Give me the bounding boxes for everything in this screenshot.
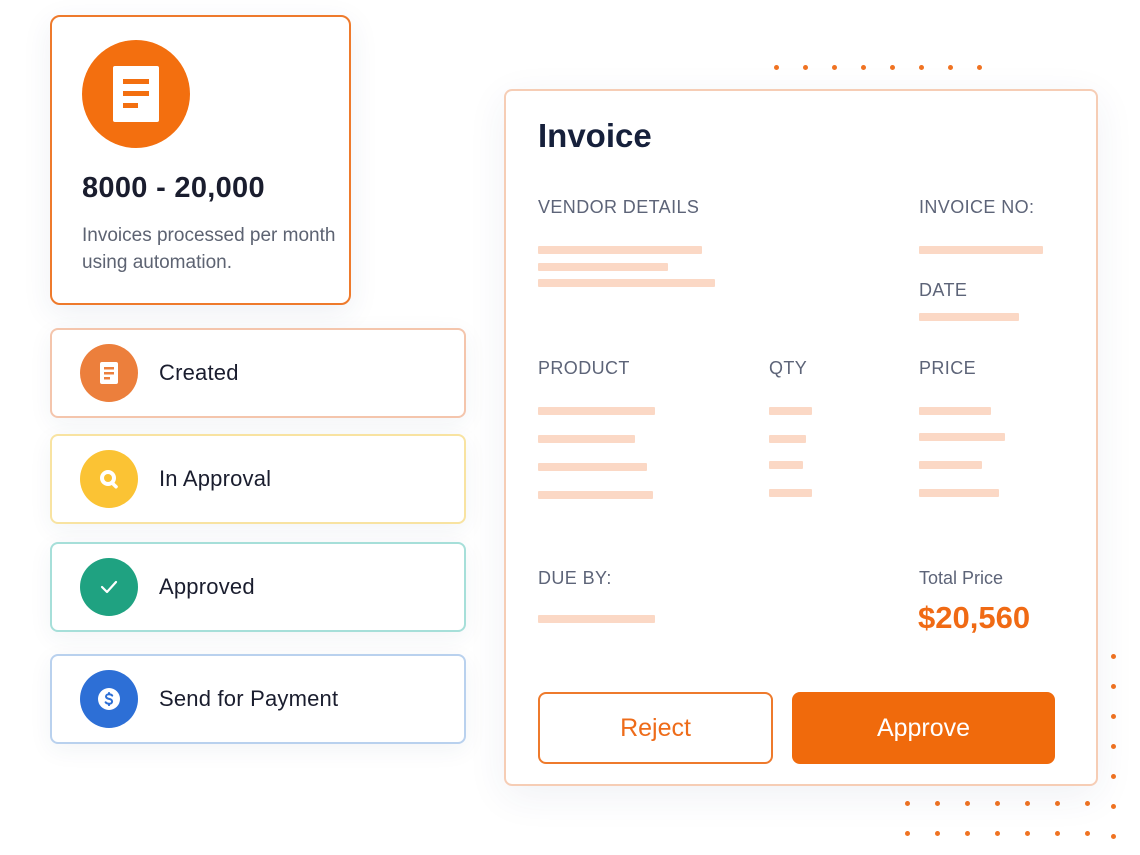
- price-placeholder: [919, 433, 1005, 441]
- product-placeholder: [538, 435, 635, 443]
- date-label: DATE: [919, 280, 968, 300]
- qty-placeholder: [769, 461, 803, 469]
- decorative-dots-top: [774, 65, 982, 70]
- qty-placeholder: [769, 489, 812, 497]
- price-placeholder: [919, 489, 999, 497]
- product-placeholder: [538, 407, 655, 415]
- status-label: Approved: [159, 574, 255, 599]
- decorative-dots-bottom: [905, 801, 1090, 836]
- check-icon: [80, 558, 138, 616]
- invoice-title: Invoice: [538, 117, 652, 154]
- status-send-for-payment[interactable]: Send for Payment: [50, 654, 466, 744]
- decorative-dots-right: [1111, 654, 1116, 839]
- due-by-label: DUE BY:: [538, 568, 612, 588]
- invoice-stat-card: 8000 - 20,000 Invoices processed per mon…: [50, 15, 351, 305]
- stat-description: Invoices processed per month using autom…: [82, 225, 336, 273]
- qty-placeholder: [769, 407, 812, 415]
- status-label: Created: [159, 360, 239, 385]
- price-placeholder: [919, 407, 991, 415]
- product-placeholder: [538, 463, 647, 471]
- vendor-detail-placeholder: [538, 263, 668, 271]
- vendor-detail-placeholder: [538, 279, 715, 287]
- qty-placeholder: [769, 435, 806, 443]
- dollar-icon: [80, 670, 138, 728]
- status-created[interactable]: Created: [50, 328, 466, 418]
- invoice-no-placeholder: [919, 246, 1043, 254]
- search-icon: [80, 450, 138, 508]
- status-label: In Approval: [159, 466, 272, 491]
- product-placeholder: [538, 491, 653, 499]
- approve-button[interactable]: Approve: [792, 692, 1055, 764]
- invoice-card: Invoice VENDOR DETAILS INVOICE NO: DATE …: [504, 89, 1098, 786]
- due-by-placeholder: [538, 615, 655, 623]
- vendor-detail-placeholder: [538, 246, 702, 254]
- price-placeholder: [919, 461, 982, 469]
- status-in-approval[interactable]: In Approval: [50, 434, 466, 524]
- price-label: PRICE: [919, 358, 977, 378]
- document-icon: [80, 344, 138, 402]
- product-label: PRODUCT: [538, 358, 630, 378]
- total-price-value: $20,560: [918, 600, 1031, 635]
- status-label: Send for Payment: [159, 686, 339, 711]
- invoice-no-label: INVOICE NO:: [919, 197, 1035, 217]
- status-approved[interactable]: Approved: [50, 542, 466, 632]
- stat-value: 8000 - 20,000: [82, 172, 265, 204]
- qty-label: QTY: [769, 358, 808, 378]
- reject-button[interactable]: Reject: [538, 692, 773, 764]
- total-price-label: Total Price: [919, 568, 1004, 588]
- document-icon: [82, 40, 190, 148]
- vendor-details-label: VENDOR DETAILS: [538, 197, 700, 217]
- date-placeholder: [919, 313, 1019, 321]
